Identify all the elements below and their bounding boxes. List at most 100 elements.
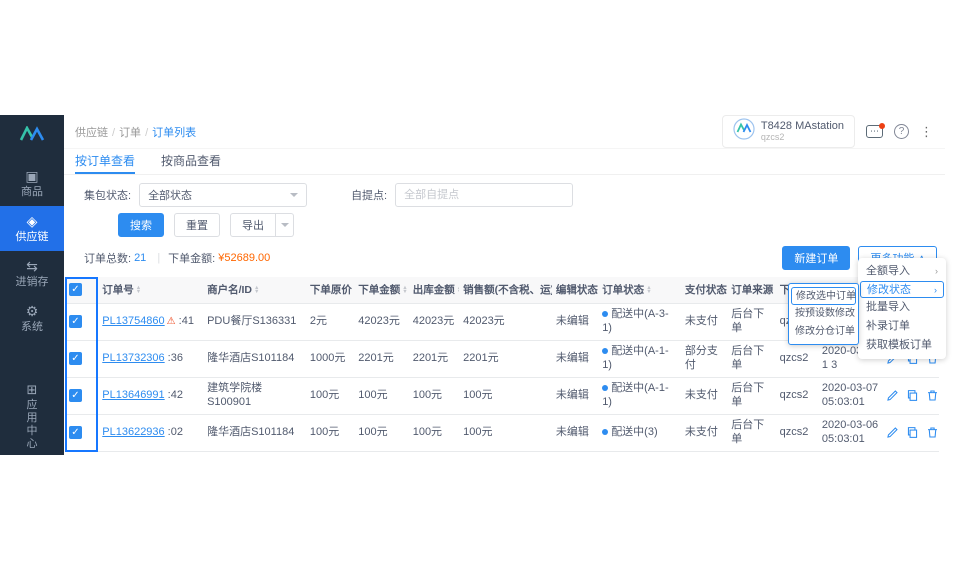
menu-item-modify-status[interactable]: 修改状态› — [860, 281, 944, 298]
pay-status-cell: 未支付 — [685, 389, 718, 401]
package-status-select[interactable]: 全部状态 — [139, 183, 307, 207]
copy-icon[interactable] — [906, 389, 919, 402]
order-total-label: 订单总数: — [84, 250, 131, 266]
export-button[interactable]: 导出 — [230, 213, 276, 237]
message-icon[interactable]: ⋯ — [866, 125, 883, 138]
sort-icon[interactable]: ▲▼ — [457, 286, 459, 294]
sidebar-item-supply-chain[interactable]: ◈ 供应链 — [0, 206, 64, 251]
col-label: 支付状态 — [685, 284, 727, 296]
action-buttons: 搜索 重置 导出 — [118, 213, 945, 237]
submenu-item-modify-selected-orders[interactable]: 修改选中订单 — [791, 287, 856, 305]
row-checkbox[interactable]: ✓ — [69, 352, 82, 365]
edit-status-cell: 未编辑 — [556, 389, 589, 401]
user-name: T8428 MAstation — [761, 120, 844, 132]
orig-price-cell: 1000元 — [310, 352, 345, 364]
supply-chain-icon: ◈ — [0, 213, 64, 229]
col-order-no[interactable]: 订单号▲▼ — [98, 277, 203, 303]
date-cell: 2020-03-06 05:03:01 — [822, 419, 878, 445]
order-link[interactable]: PL13646991 — [102, 389, 164, 401]
app-logo — [0, 115, 64, 153]
top-bar: 供应链/订单/订单列表 T8428 MAstation qzcs2 — [64, 115, 945, 149]
user-account[interactable]: T8428 MAstation qzcs2 — [722, 115, 855, 148]
col-label: 编辑状态 — [556, 284, 598, 296]
col-order-source[interactable]: 订单来源▲▼ — [727, 277, 775, 303]
more-menu-icon[interactable]: ⋮ — [920, 124, 933, 140]
submenu-item-modify-by-preset[interactable]: 按预设数修改 — [791, 305, 856, 323]
pickup-point-input[interactable] — [395, 183, 573, 207]
search-button[interactable]: 搜索 — [118, 213, 164, 237]
status-dot-icon — [602, 385, 608, 391]
sales-cell: 42023元 — [463, 315, 505, 327]
summary-row: 订单总数: 21 | 下单金额: ¥52689.00 新建订单 更多功能∧ — [84, 245, 937, 271]
topbar-right: T8428 MAstation qzcs2 ⋯ ? ⋮ — [722, 115, 933, 148]
row-checkbox[interactable]: ✓ — [69, 426, 82, 439]
order-time-fragment: :02 — [168, 426, 183, 438]
col-sales[interactable]: 销售额(不含税、运) ▲▼ — [459, 277, 552, 303]
breadcrumb-order-list: 订单列表 — [152, 127, 196, 139]
sidebar-item-system[interactable]: ⚙ 系统 — [0, 296, 64, 341]
merchant-cell: 隆华酒店S101184 — [207, 352, 294, 364]
sidebar-item-label: 商品 — [0, 185, 64, 199]
sidebar-item-app-center[interactable]: ⊞ 应用中心 — [0, 382, 64, 451]
submenu-arrow-icon: › — [935, 262, 938, 281]
col-order-amount[interactable]: 下单金额▲▼ — [354, 277, 408, 303]
row-checkbox[interactable]: ✓ — [69, 389, 82, 402]
order-link[interactable]: PL13622936 — [102, 426, 164, 438]
sort-icon[interactable]: ▲▼ — [136, 286, 141, 294]
order-status-cell: 配送中(A-1-1) — [602, 345, 668, 371]
app-center-icon: ⊞ — [0, 382, 64, 398]
col-merchant[interactable]: 商户名/ID▲▼ — [203, 277, 306, 303]
menu-item-full-amount-import[interactable]: 全额导入› — [858, 262, 946, 281]
col-pay-status[interactable]: 支付状态▲▼ — [681, 277, 727, 303]
select-all-checkbox[interactable]: ✓ — [69, 283, 82, 296]
submenu-item-modify-split-warehouse[interactable]: 修改分仓订单 — [791, 323, 856, 341]
gear-icon: ⚙ — [0, 303, 64, 319]
header-checkbox-cell: ✓ — [65, 277, 98, 303]
edit-icon[interactable] — [886, 426, 899, 439]
breadcrumb-supply-chain[interactable]: 供应链 — [75, 127, 108, 139]
menu-item-get-template-orders[interactable]: 获取模板订单 — [858, 336, 946, 355]
col-label: 订单来源 — [731, 284, 773, 296]
col-original-price[interactable]: 下单原价▲▼ — [306, 277, 354, 303]
delete-icon[interactable] — [926, 426, 939, 439]
reset-button[interactable]: 重置 — [174, 213, 220, 237]
breadcrumb: 供应链/订单/订单列表 — [75, 124, 196, 140]
order-amount-cell: 100元 — [358, 426, 387, 438]
col-outbound-amount[interactable]: 出库金额▲▼ — [409, 277, 459, 303]
sales-cell: 2201元 — [463, 352, 498, 364]
delete-icon[interactable] — [926, 389, 939, 402]
orig-price-cell: 100元 — [310, 389, 339, 401]
sidebar-item-label: 供应链 — [0, 230, 64, 244]
breadcrumb-orders[interactable]: 订单 — [119, 127, 141, 139]
col-order-status[interactable]: 订单状态▲▼ — [598, 277, 681, 303]
date-cell: 2020-03-07 05:03:01 — [822, 382, 878, 408]
edit-icon[interactable] — [886, 389, 899, 402]
new-order-button[interactable]: 新建订单 — [782, 246, 850, 270]
status-dot-icon — [602, 311, 608, 317]
row-checkbox[interactable]: ✓ — [69, 315, 82, 328]
col-label: 销售额(不含税、运) — [463, 284, 552, 296]
view-tabs: 按订单查看 按商品查看 — [64, 149, 945, 175]
menu-item-supplement-order[interactable]: 补录订单 — [858, 317, 946, 336]
breadcrumb-separator: / — [145, 127, 148, 139]
order-link[interactable]: PL13732306 — [102, 352, 164, 364]
package-status-label: 集包状态: — [84, 187, 131, 203]
tab-by-product[interactable]: 按商品查看 — [161, 149, 221, 174]
more-functions-menu: 全额导入› 修改状态› 批量导入 补录订单 获取模板订单 — [858, 258, 946, 359]
sort-icon[interactable]: ▲▼ — [646, 286, 651, 294]
sort-icon[interactable]: ▲▼ — [402, 286, 407, 294]
col-edit-status[interactable]: 编辑状态▲▼ — [552, 277, 598, 303]
pickup-point-label: 自提点: — [351, 187, 387, 203]
menu-item-batch-import[interactable]: 批量导入 — [858, 298, 946, 317]
help-icon[interactable]: ? — [894, 124, 909, 139]
export-caret-button[interactable] — [276, 213, 294, 237]
copy-icon[interactable] — [906, 426, 919, 439]
tab-by-order[interactable]: 按订单查看 — [75, 149, 135, 174]
sales-cell: 100元 — [463, 426, 492, 438]
sidebar-item-goods[interactable]: ▣ 商品 — [0, 161, 64, 206]
sidebar-item-inventory[interactable]: ⇆ 进销存 — [0, 251, 64, 296]
order-link[interactable]: PL13754860 — [102, 315, 164, 327]
sort-icon[interactable]: ▲▼ — [254, 286, 259, 294]
source-cell: 后台下单 — [731, 345, 764, 371]
order-time-fragment: :36 — [168, 352, 183, 364]
